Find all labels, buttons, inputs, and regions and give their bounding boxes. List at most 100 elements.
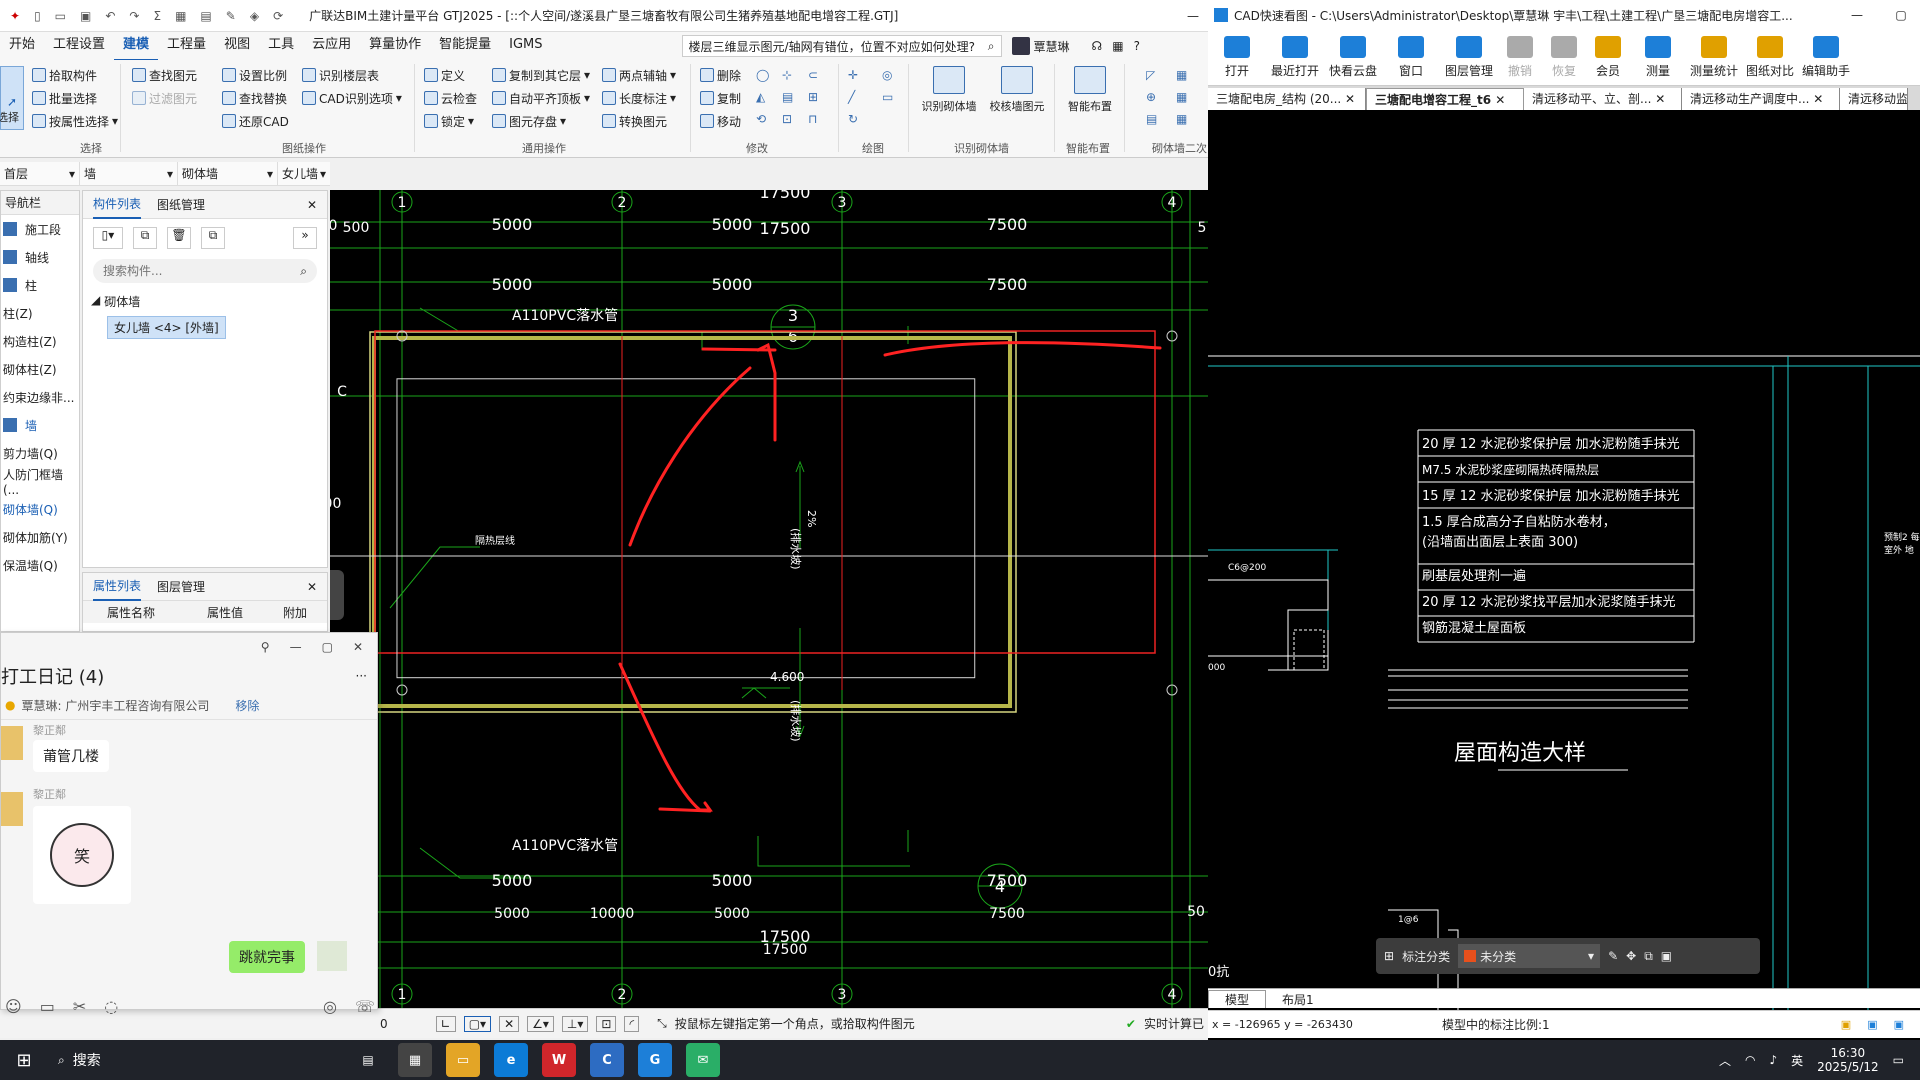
- cad-doc-tab-1[interactable]: 三塘配电增容工程_t6 ✕: [1366, 88, 1524, 110]
- avatar[interactable]: [1, 792, 23, 826]
- wps-office-icon[interactable]: W: [542, 1043, 576, 1077]
- cad-canvas[interactable]: 20 厚 12 水泥砂浆保护层 加水泥粉随手抹光 M7.5 水泥砂浆座砌隔热砖隔热…: [1208, 110, 1920, 1010]
- nav-item-8[interactable]: 剪力墙(Q): [1, 439, 79, 467]
- more-options-icon[interactable]: ···: [356, 669, 367, 683]
- cad-tool-0[interactable]: 打开: [1208, 36, 1266, 79]
- wall-tool-icon-1[interactable]: ◸: [1146, 68, 1168, 82]
- track-toggle[interactable]: ◜: [624, 1015, 640, 1032]
- find-replace-button[interactable]: 查找替换: [222, 87, 289, 109]
- video-call-icon[interactable]: ☏: [355, 997, 375, 1016]
- tab-component-list[interactable]: 构件列表: [93, 191, 142, 219]
- arc-icon[interactable]: ↻: [848, 112, 874, 126]
- nav-item-6[interactable]: 约束边缘非...: [1, 383, 79, 411]
- status-tool-icon-3[interactable]: ▣: [1894, 1018, 1904, 1031]
- select-by-attr-button[interactable]: 按属性选择 ▾: [32, 110, 118, 132]
- array-icon[interactable]: ⊞: [808, 90, 828, 104]
- cad-doc-tab-2[interactable]: 清远移动平、立、剖... ✕: [1524, 88, 1682, 110]
- floor-selector[interactable]: 首层 ▾: [0, 162, 80, 185]
- tray-expand-icon[interactable]: ︿: [1719, 1052, 1731, 1069]
- copy-component-icon[interactable]: ⧉: [133, 227, 157, 249]
- drawing-canvas[interactable]: 1 2 3 4 1 2 3 4 C 3 6 4 17500 17500 5000…: [330, 190, 1208, 1008]
- nav-item-7[interactable]: 墙: [1, 411, 79, 439]
- subtype-selector[interactable]: 砌体墙 ▾: [178, 162, 278, 185]
- two-point-axis-button[interactable]: 两点辅轴 ▾: [602, 64, 676, 86]
- snap-toggle[interactable]: ▢▾: [463, 1015, 492, 1032]
- nav-item-9[interactable]: 人防门框墙(...: [1, 467, 79, 497]
- select-big-button[interactable]: ➚ 选择: [0, 66, 24, 130]
- split-icon[interactable]: ▤: [782, 90, 802, 104]
- volume-icon[interactable]: ♪: [1769, 1053, 1777, 1067]
- object-snap-toggle[interactable]: ⊡: [596, 1015, 617, 1032]
- menu-item-0[interactable]: 开始: [0, 31, 44, 61]
- menu-item-6[interactable]: 云应用: [303, 31, 360, 61]
- sticker-image[interactable]: 笑: [33, 806, 131, 904]
- cad-tool-4[interactable]: 图层管理: [1440, 36, 1498, 79]
- folder-icon[interactable]: ▭: [40, 997, 55, 1016]
- circle-icon[interactable]: ◎: [882, 68, 908, 82]
- pick-component-button[interactable]: 拾取构件: [32, 64, 118, 86]
- emoji-icon[interactable]: ☺: [5, 997, 22, 1016]
- align-elements-icon[interactable]: ⊓: [808, 112, 828, 126]
- cad-tool-11[interactable]: 编辑助手: [1798, 36, 1854, 79]
- screenshot-icon[interactable]: ✂: [73, 997, 86, 1016]
- tab-layout1[interactable]: 布局1: [1266, 991, 1330, 1008]
- tab-drawing-management[interactable]: 图纸管理: [157, 196, 205, 213]
- redo-icon[interactable]: ↷: [129, 9, 139, 23]
- cad-tool-7[interactable]: 会员: [1586, 36, 1630, 79]
- headset-icon[interactable]: ☊: [1092, 39, 1103, 53]
- maximize-button[interactable]: ▢: [1882, 8, 1920, 22]
- define-button[interactable]: 定义: [424, 64, 477, 86]
- check-wall-button[interactable]: 校核墙图元: [984, 66, 1050, 114]
- close-icon[interactable]: ✕: [1341, 92, 1355, 106]
- cad-tool-2[interactable]: 快看云盘: [1324, 36, 1382, 79]
- taskbar-search[interactable]: ⌕ 搜索: [48, 1044, 268, 1076]
- layer-annotation-icon[interactable]: ▣: [1661, 949, 1672, 963]
- auto-align-button[interactable]: 自动平齐顶板 ▾: [492, 87, 590, 109]
- tree-item-parapet[interactable]: 女儿墙 <4> [外墙]: [107, 316, 226, 339]
- cad-tool-10[interactable]: 图纸对比: [1742, 36, 1798, 79]
- wall-tool-icon-4[interactable]: ▦: [1176, 90, 1198, 104]
- ime-indicator[interactable]: 英: [1791, 1052, 1803, 1069]
- app-logo-icon[interactable]: ✦: [10, 9, 20, 23]
- wall-tool-icon-6[interactable]: ▦: [1176, 112, 1198, 126]
- sync-icon[interactable]: ⟳: [273, 9, 283, 23]
- network-icon[interactable]: ◠: [1745, 1053, 1755, 1067]
- tab-property-list[interactable]: 属性列表: [93, 573, 142, 601]
- menu-item-8[interactable]: 智能提量: [430, 31, 500, 61]
- cad-tool-9[interactable]: 测量统计: [1686, 36, 1742, 79]
- close-icon[interactable]: ✕: [1491, 93, 1505, 107]
- trim-icon[interactable]: ⊹: [782, 68, 802, 82]
- find-element-button[interactable]: 查找图元: [132, 64, 197, 86]
- dyn-input-toggle[interactable]: ⊥▾: [561, 1015, 589, 1032]
- nav-item-12[interactable]: 保温墙(Q): [1, 551, 79, 579]
- cross-toggle[interactable]: ✕: [499, 1015, 520, 1032]
- wall-tool-icon-2[interactable]: ▦: [1176, 68, 1198, 82]
- nav-item-0[interactable]: 施工段: [1, 215, 79, 243]
- save-icon[interactable]: ▣: [80, 9, 91, 23]
- more-icon[interactable]: »: [293, 227, 317, 249]
- canvas-collapse-handle[interactable]: [330, 570, 344, 620]
- offset-icon[interactable]: ◯: [756, 68, 776, 82]
- search-icon[interactable]: ⌕: [982, 39, 1001, 54]
- type-selector[interactable]: 墙 ▾: [80, 162, 178, 185]
- rotate-icon[interactable]: ⟲: [756, 112, 776, 126]
- angle-toggle[interactable]: ∠▾: [527, 1015, 554, 1032]
- lock-button[interactable]: 锁定 ▾: [424, 110, 477, 132]
- wall-tool-icon-3[interactable]: ⊕: [1146, 90, 1168, 104]
- open-folder-icon[interactable]: ▭: [55, 9, 66, 23]
- nav-item-1[interactable]: 轴线: [1, 243, 79, 271]
- menu-item-1[interactable]: 工程设置: [44, 31, 114, 61]
- minimize-icon[interactable]: —: [290, 640, 302, 654]
- convert-element-button[interactable]: 转换图元: [602, 110, 676, 132]
- element-save-button[interactable]: 图元存盘 ▾: [492, 110, 590, 132]
- copy-to-layer-button[interactable]: 复制到其它层 ▾: [492, 64, 590, 86]
- cloud-check-button[interactable]: 云检查: [424, 87, 477, 109]
- extend-icon[interactable]: ⊂: [808, 68, 828, 82]
- close-icon[interactable]: ✕: [353, 640, 363, 654]
- component-search-input[interactable]: [103, 264, 301, 278]
- nav-item-3[interactable]: 柱(Z): [1, 299, 79, 327]
- tab-model[interactable]: 模型: [1208, 990, 1267, 1008]
- cad-doc-tab-3[interactable]: 清远移动生产调度中... ✕: [1682, 88, 1840, 110]
- avatar[interactable]: [1, 726, 23, 760]
- help-search-box[interactable]: 楼层三维显示图元/轴网有错位，位置不对应如何处理? ⌕: [681, 35, 1002, 57]
